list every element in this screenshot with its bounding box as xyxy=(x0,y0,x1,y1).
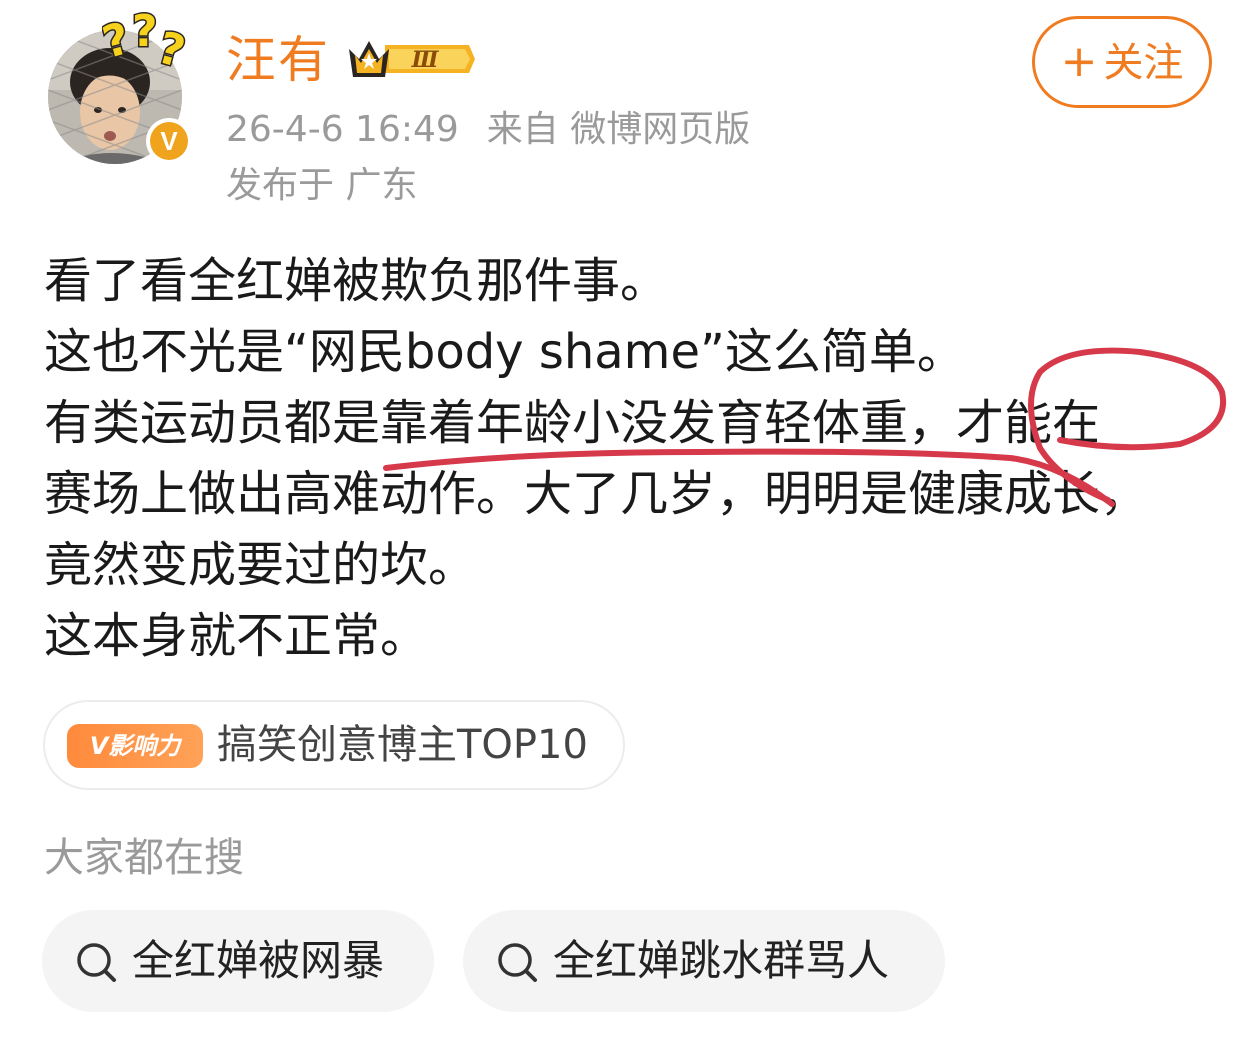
influence-text: 搞笑创意博主TOP10 xyxy=(217,722,588,768)
post-line: 赛场上做出高难动作。大了几岁，明明是健康成长， xyxy=(44,466,1149,522)
post-line: 这本身就不正常。 xyxy=(44,608,429,664)
svg-text:?: ? xyxy=(102,13,135,69)
post-line: 竟然变成要过的坎。 xyxy=(44,537,477,593)
post-line: 有类运动员都是靠着年龄小没发育轻体重，才能在 xyxy=(44,395,1101,451)
follow-button[interactable]: + 关注 xyxy=(1032,16,1212,108)
post-line: 看了看全红婵被欺负那件事。 xyxy=(44,253,669,309)
search-suggestion[interactable]: 全红婵被网暴 xyxy=(42,910,434,1012)
post-timestamp: 26-4-6 16:49 xyxy=(226,109,459,150)
search-icon xyxy=(77,943,116,982)
influence-badge: V影响力 xyxy=(67,724,203,768)
search-suggestion-label: 全红婵跳水群骂人 xyxy=(553,936,890,985)
svg-text:?: ? xyxy=(132,6,158,57)
verified-v-icon: V xyxy=(150,122,188,160)
rank-level-text: Ⅲ xyxy=(411,47,440,73)
question-marks-icon: ? ? ? xyxy=(102,5,192,80)
post-location: 发布于 广东 xyxy=(226,165,418,206)
search-suggestion-label: 全红婵被网暴 xyxy=(132,936,385,985)
post-source[interactable]: 来自 微博网页版 xyxy=(487,109,750,150)
post-content: 看了看全红婵被欺负那件事。 这也不光是“网民body shame”这么简单。 有… xyxy=(44,246,1234,672)
follow-button-label: 关注 xyxy=(1103,40,1184,86)
post-meta: 26-4-6 16:49 来自 微博网页版 xyxy=(226,106,750,154)
svg-text:?: ? xyxy=(152,22,190,78)
verified-badge: V xyxy=(146,118,192,164)
search-section-title: 大家都在搜 xyxy=(44,835,244,881)
author-avatar-container[interactable]: ? ? ? V xyxy=(48,5,192,164)
post-line: 这也不光是“网民body shame”这么简单。 xyxy=(44,324,965,380)
member-rank-badge[interactable]: Ⅲ xyxy=(345,33,477,85)
plus-icon: + xyxy=(1060,36,1098,87)
search-suggestion[interactable]: 全红婵跳水群骂人 xyxy=(463,910,945,1012)
influence-tag[interactable]: V影响力 搞笑创意博主TOP10 xyxy=(43,700,625,790)
search-icon xyxy=(498,943,537,982)
author-name[interactable]: 汪有 xyxy=(226,30,330,90)
